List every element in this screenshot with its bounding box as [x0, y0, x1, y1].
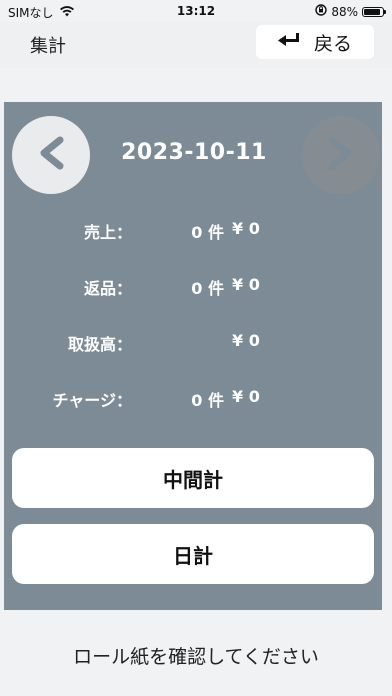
- navigation-bar: 集計 戻る: [0, 22, 392, 68]
- row-amount: ¥ 0: [232, 219, 260, 238]
- battery-icon: [362, 6, 386, 17]
- daily-total-label: 日計: [173, 543, 213, 568]
- row-count: 0 件: [191, 391, 224, 410]
- handling-amount-row: 取扱高： ¥ 0: [4, 326, 382, 356]
- row-label: チャージ：: [52, 391, 132, 410]
- subtotal-button[interactable]: 中間計: [12, 448, 374, 508]
- back-label: 戻る: [313, 32, 352, 55]
- return-arrow-icon: [277, 31, 304, 53]
- back-button[interactable]: 戻る: [256, 25, 374, 59]
- row-count: 0 件: [191, 223, 224, 242]
- next-day-button[interactable]: [302, 116, 380, 194]
- sales-row: 売上： 0 件 ¥ 0: [4, 214, 382, 244]
- battery-fill: [364, 8, 380, 15]
- roll-paper-message: ロール紙を確認してください: [73, 646, 319, 668]
- row-amount: ¥ 0: [232, 331, 260, 350]
- battery-percent: 88%: [331, 4, 358, 19]
- row-count: 0 件: [191, 279, 224, 298]
- returns-row: 返品： 0 件 ¥ 0: [4, 270, 382, 300]
- daily-total-button[interactable]: 日計: [12, 524, 374, 584]
- charge-row: チャージ： 0 件 ¥ 0: [4, 382, 382, 412]
- chevron-left-icon: [36, 136, 66, 174]
- summary-panel: 2023-10-11 売上： 0 件 ¥ 0 返品： 0 件 ¥ 0 取扱高： …: [4, 102, 382, 610]
- chevron-right-icon: [326, 136, 356, 174]
- row-label: 取扱高：: [67, 335, 132, 354]
- row-amount: ¥ 0: [232, 275, 260, 294]
- previous-day-button[interactable]: [12, 116, 90, 194]
- row-label: 返品：: [83, 279, 132, 298]
- status-bar: SIMなし 13:12 88%: [0, 0, 392, 22]
- summary-date: 2023-10-11: [121, 140, 267, 165]
- row-label: 売上：: [83, 223, 132, 242]
- orientation-lock-icon: [315, 4, 328, 19]
- page-title: 集計: [30, 36, 66, 57]
- subtotal-label: 中間計: [163, 467, 223, 492]
- row-amount: ¥ 0: [232, 387, 260, 406]
- status-right: 88%: [315, 4, 386, 19]
